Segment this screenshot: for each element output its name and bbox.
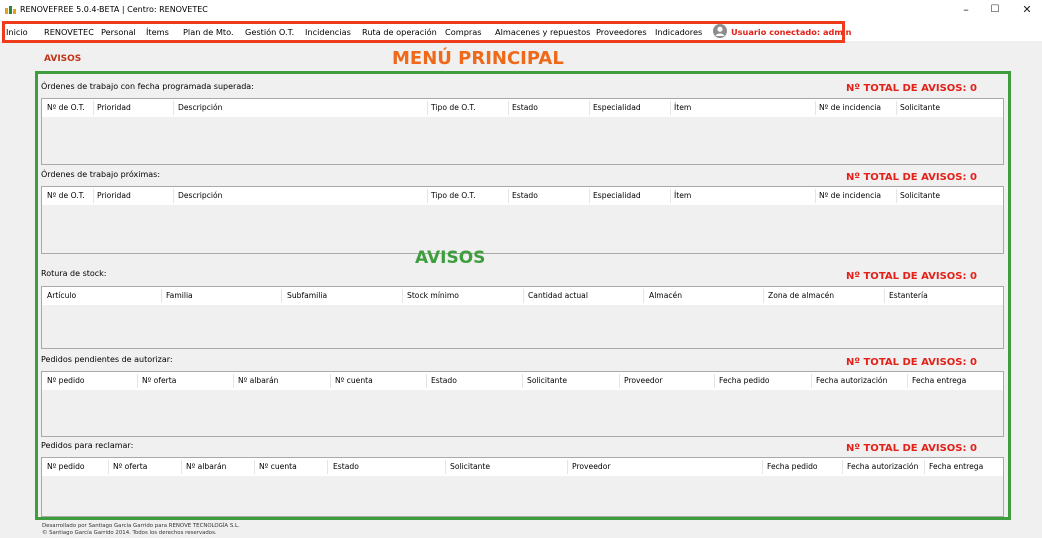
window-title: RENOVEFREE 5.0.4-BETA | Centro: RENOVETE… <box>20 5 208 14</box>
title-bar: RENOVEFREE 5.0.4-BETA | Centro: RENOVETE… <box>0 0 1042 21</box>
avisos-annotation: AVISOS <box>415 248 486 268</box>
menu-highlight-frame <box>2 21 845 43</box>
page-title: AVISOS <box>44 54 82 64</box>
avisos-highlight-frame <box>35 71 1011 520</box>
menu-principal-annotation: MENÚ PRINCIPAL <box>392 48 564 69</box>
footer-credit: Desarrollado por Santiago García Garrido… <box>42 523 240 529</box>
close-button[interactable]: ✕ <box>1019 3 1035 17</box>
app-logo-icon <box>5 6 16 14</box>
footer-copyright: © Santiago García Garrido 2014. Todos lo… <box>42 530 217 536</box>
minimize-button[interactable]: – <box>958 3 974 17</box>
maximize-button[interactable]: ☐ <box>987 3 1003 17</box>
